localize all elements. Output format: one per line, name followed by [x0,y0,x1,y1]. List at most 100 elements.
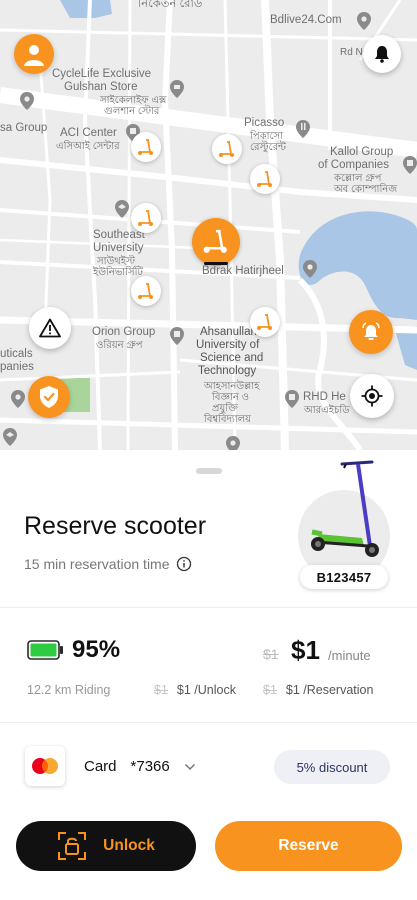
map-label-cyclelife: CycleLife Exclusive [52,68,152,80]
map-label-bdlive: Bdlive24.Com [270,14,342,26]
reserve-button-label: Reserve [278,837,339,854]
card-number: *7366 [130,758,170,775]
poi-pin-icon [20,92,34,110]
chevron-down-icon [184,763,195,770]
map-label-kallol-bn-2: অব কোম্পানিজ [334,184,398,195]
battery-percentage: 95% [72,636,121,663]
scooter-marker[interactable] [212,134,242,164]
reserve-button[interactable]: Reserve [215,821,402,871]
crosshair-icon [361,385,383,407]
school-pin-icon [3,428,17,446]
sheet-title: Reserve scooter [24,512,207,540]
reservation-fee: $1 $1 /Reservation [263,683,373,697]
scooter-icon [138,139,153,155]
map-label-aci: ACI Center [60,127,117,139]
battery-icon [27,640,63,660]
scooter-marker[interactable] [250,307,280,337]
office-pin-icon [170,327,184,345]
unlock-button-label: Unlock [103,837,155,854]
selected-marker-indicator [204,262,228,265]
map-label-orion-bn: ওরিয়ন গ্রুপ [96,340,143,351]
scooter-marker[interactable] [131,276,161,306]
unlock-scan-icon [58,832,87,860]
price-old: $1 [263,646,279,662]
price-unit: /minute [328,648,371,663]
profile-avatar-button[interactable] [14,34,54,74]
bell-icon [375,46,389,63]
map-label-orion: Orion Group [92,326,156,338]
map-label-ahsan-bn-4: বিশ্ববিদ্যালয় [204,414,251,425]
user-icon [24,45,44,66]
office-pin-icon [285,390,299,408]
price-per-minute: $1 [291,635,320,665]
map-label-aci-bn: এসিআই সেন্টার [56,141,120,152]
poi-pin-icon [303,260,317,278]
unlock-fee-old: $1 [154,683,168,697]
unlock-fee-value: $1 /Unlock [176,683,236,697]
mastercard-logo [25,746,65,786]
map-label-picasso: Picasso [244,117,285,129]
scooter-marker[interactable] [131,203,161,233]
scooter-icon [219,141,234,157]
map-label-southeast-bn-2: ইউনিভার্সিটি [93,267,143,278]
scooter-icon [257,171,272,187]
store-pin-icon [170,80,184,98]
warning-icon [39,318,61,338]
map-label-bdrak: Bdrak Hatirjheel [202,265,284,277]
scooter-marker[interactable] [250,164,280,194]
info-icon[interactable] [176,556,192,572]
map-label-rhd-bn: আরএইচডি [304,405,350,416]
alarm-bell-icon [362,322,380,340]
office-pin-icon [403,156,417,174]
scooter-id-badge: B123457 [300,565,388,589]
scooter-icon [203,229,227,253]
safety-shield-button[interactable] [28,376,70,418]
map-view[interactable]: নিকেতন রোড Bdlive24.Com Rd No CycleLife … [0,0,417,450]
map-label-sagroup: sa Group [0,122,48,134]
scooter-icon [138,283,153,299]
poi-pin-icon [11,390,25,408]
reservation-fee-old: $1 [263,683,277,697]
alarm-button[interactable] [349,310,393,354]
report-issue-button[interactable] [29,307,71,349]
scooter-icon [257,314,272,330]
unlock-button[interactable]: Unlock [16,821,196,871]
unlock-fee: $1 $1 /Unlock [154,683,236,697]
map-label-ahsan-3: Science and [200,352,264,364]
selected-scooter-marker[interactable] [192,218,240,266]
map-label-uticals: uticals [0,348,33,360]
discount-badge[interactable]: 5% discount [274,750,390,784]
reserve-bottom-sheet: Reserve scooter 15 min reservation time … [0,450,417,900]
map-label-panies: panies [0,361,34,373]
notifications-button[interactable] [363,35,401,73]
map-label-ahsan-4: Technology [198,365,257,377]
mastercard-icon [32,758,58,774]
map-label-top: নিকেতন রোড [138,0,203,10]
shield-check-icon [40,386,58,408]
restaurant-pin-icon [296,120,310,138]
poi-pin-icon [357,12,371,30]
map-label-southeast-2: University [93,242,144,254]
reservation-fee-value: $1 /Reservation [285,683,374,697]
sheet-drag-handle[interactable] [196,468,222,474]
map-label-kallol-2: of Companies [318,159,389,171]
scooter-icon [138,210,153,226]
riding-range: 12.2 km Riding [27,683,111,697]
poi-pin-icon [226,436,240,450]
map-label-kallol: Kallol Group [330,146,394,158]
map-label-picasso-bn-2: রেস্টুরেন্ট [250,142,287,153]
divider [0,607,417,608]
reservation-time-row: 15 min reservation time [24,556,192,572]
map-label-ahsan-2: University of [196,339,260,351]
payment-method-selector[interactable]: Card *7366 [84,758,196,775]
map-label-ahsan-1: Ahsanullah [200,326,257,338]
reservation-time-text: 15 min reservation time [24,556,170,572]
map-label-cyclelife-2: Gulshan Store [64,81,138,93]
my-location-button[interactable] [350,374,394,418]
map-label-rhd: RHD He [303,391,346,403]
map-label-cyclelife-bn-2: গুলশান স্টোর [104,106,160,117]
map-label-southeast: Southeast [93,229,145,241]
school-pin-icon [115,200,129,218]
scooter-marker[interactable] [131,132,161,162]
scooter-image [311,460,379,557]
